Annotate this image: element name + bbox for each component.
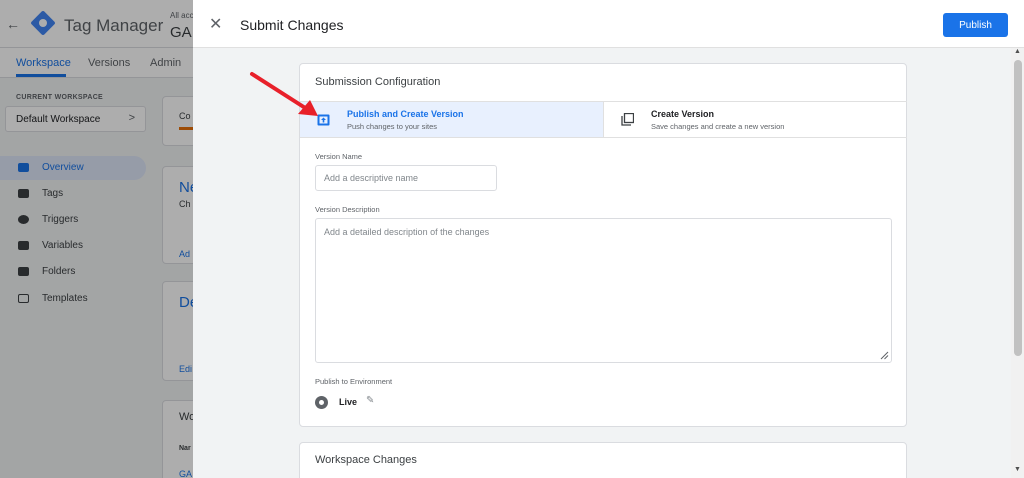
submission-configuration-title: Submission Configuration — [315, 76, 441, 88]
option-title: Create Version — [651, 109, 715, 119]
publish-button[interactable]: Publish — [943, 13, 1008, 37]
workspace-changes-card: Workspace Changes — [299, 442, 907, 478]
option-create-version[interactable]: Create Version Save changes and create a… — [603, 102, 907, 137]
close-icon[interactable]: ✕ — [209, 14, 222, 34]
annotation-arrow-icon — [250, 72, 318, 116]
live-environment-icon — [315, 396, 328, 409]
option-subtitle: Push changes to your sites — [347, 122, 438, 131]
option-title: Publish and Create Version — [347, 109, 464, 119]
environment-name: Live — [339, 397, 358, 407]
workspace-changes-title: Workspace Changes — [315, 454, 417, 466]
publish-environment-label: Publish to Environment — [315, 377, 393, 386]
version-description-textarea[interactable] — [315, 218, 892, 363]
resize-handle-icon[interactable] — [880, 351, 889, 360]
scroll-down-icon[interactable]: ▼ — [1014, 466, 1021, 473]
scroll-up-icon[interactable]: ▲ — [1014, 48, 1021, 55]
version-name-input[interactable] — [315, 165, 497, 191]
dialog-header: ✕ Submit Changes Publish — [193, 0, 1024, 48]
submission-options: Publish and Create Version Push changes … — [300, 101, 907, 138]
option-publish-and-create-version[interactable]: Publish and Create Version Push changes … — [300, 102, 603, 137]
edit-pencil-icon[interactable]: ✎ — [366, 395, 374, 406]
version-description-label: Version Description — [315, 205, 380, 214]
environment-row: Live ✎ — [315, 395, 395, 411]
version-name-label: Version Name — [315, 152, 363, 161]
copy-version-icon — [621, 113, 634, 126]
dialog-title: Submit Changes — [240, 17, 344, 33]
option-subtitle: Save changes and create a new version — [651, 122, 785, 131]
submission-configuration-card: Submission Configuration Publish and Cre… — [299, 63, 907, 427]
scrollbar-thumb[interactable] — [1014, 60, 1022, 356]
dialog-scrollbar[interactable]: ▲ ▼ — [1011, 48, 1024, 478]
